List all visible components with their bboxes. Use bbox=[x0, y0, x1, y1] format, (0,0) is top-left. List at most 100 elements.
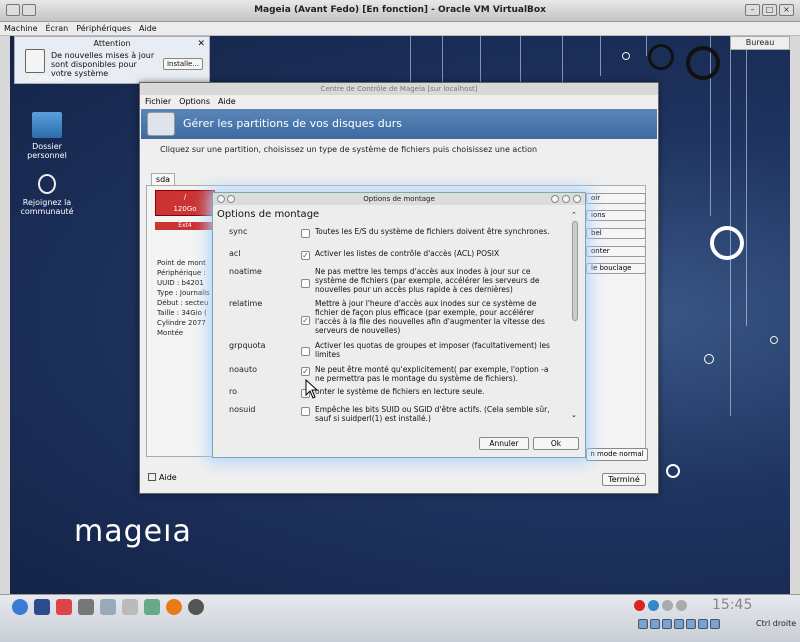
option-checkbox[interactable]: ✓ bbox=[301, 251, 310, 260]
dialog-icon[interactable] bbox=[217, 195, 225, 203]
menu-ecran[interactable]: Écran bbox=[46, 24, 69, 33]
menu-aide[interactable]: Aide bbox=[218, 97, 236, 106]
scroll-down-icon[interactable]: ⌄ bbox=[571, 411, 577, 419]
instructions: Cliquez sur une partition, choisissez un… bbox=[160, 145, 538, 154]
option-description: Mettre à jour l'heure d'accès aux inodes… bbox=[315, 299, 545, 335]
partition-block[interactable]: / 120Go bbox=[155, 190, 215, 216]
cd-icon[interactable] bbox=[650, 619, 660, 629]
shared-folder-icon[interactable] bbox=[674, 619, 684, 629]
mount-options-dialog: Options de montage Options de montage sy… bbox=[212, 192, 586, 458]
info-line: Type : Journalis bbox=[157, 289, 210, 297]
close-icon[interactable]: ✕ bbox=[197, 39, 205, 49]
chat-icon[interactable] bbox=[188, 599, 204, 615]
trash-label: Corbeille bbox=[29, 74, 65, 83]
window-title: Mageia (Avant Fedo) [En fonction] - Orac… bbox=[254, 5, 546, 15]
option-name: ro bbox=[229, 387, 238, 396]
action-button[interactable]: oir bbox=[586, 193, 646, 204]
help-icon bbox=[148, 473, 156, 481]
mageia-logo: mageıa bbox=[74, 514, 192, 549]
capture-icon[interactable] bbox=[710, 619, 720, 629]
normal-mode-button[interactable]: n mode normal bbox=[586, 448, 648, 461]
firefox-icon[interactable] bbox=[166, 599, 182, 615]
info-line: Cylindre 2077 bbox=[157, 319, 206, 327]
decoration bbox=[770, 336, 778, 344]
done-button[interactable]: Terminé bbox=[602, 473, 646, 486]
minimize-icon[interactable]: – bbox=[745, 4, 760, 16]
options-scrollbar[interactable]: ⌃ ⌄ bbox=[571, 211, 579, 421]
control-center-icon[interactable] bbox=[100, 599, 116, 615]
desktop-icon-trash[interactable]: Corbeille bbox=[12, 74, 82, 83]
decoration bbox=[704, 354, 714, 364]
menu-aide[interactable]: Aide bbox=[139, 24, 157, 33]
launcher bbox=[12, 599, 204, 615]
scroll-thumb[interactable] bbox=[572, 221, 578, 321]
network-status-icon[interactable] bbox=[698, 619, 708, 629]
action-button[interactable]: le bouclage bbox=[586, 263, 646, 274]
install-icon[interactable] bbox=[144, 599, 160, 615]
update-alert-icon[interactable] bbox=[634, 600, 645, 611]
partition-size: 120Go bbox=[173, 205, 197, 213]
network-icon[interactable] bbox=[648, 600, 659, 611]
install-button[interactable]: Installe... bbox=[163, 58, 203, 70]
desktop-button[interactable]: Bureau bbox=[730, 36, 790, 50]
option-checkbox[interactable] bbox=[301, 347, 310, 356]
desktop-icon-community[interactable]: Rejoignez la communauté bbox=[12, 174, 82, 216]
close-icon[interactable]: × bbox=[779, 4, 794, 16]
clock[interactable]: 15:45 bbox=[712, 597, 752, 613]
control-center-menubar: Fichier Options Aide bbox=[140, 95, 658, 107]
window-controls: – □ × bbox=[745, 4, 794, 16]
option-checkbox[interactable] bbox=[301, 407, 310, 416]
close-icon[interactable] bbox=[573, 195, 581, 203]
tools-tray-icon[interactable] bbox=[662, 600, 673, 611]
dialog-heading: Options de montage bbox=[217, 209, 320, 220]
activity-icon[interactable] bbox=[56, 599, 72, 615]
desktop-show-icon[interactable] bbox=[34, 599, 50, 615]
decoration bbox=[600, 36, 601, 76]
partition-mount: / bbox=[183, 193, 187, 201]
help-button[interactable]: Aide bbox=[148, 473, 177, 482]
menu-machine[interactable]: Machine bbox=[4, 24, 38, 33]
menu-icon[interactable] bbox=[12, 599, 28, 615]
notification-header: Attention bbox=[93, 39, 131, 48]
tools-icon[interactable] bbox=[122, 599, 138, 615]
maximize-icon[interactable]: □ bbox=[762, 4, 777, 16]
cancel-button[interactable]: Annuler bbox=[479, 437, 529, 450]
menu-peripheriques[interactable]: Périphériques bbox=[76, 24, 131, 33]
action-button[interactable]: ions bbox=[586, 210, 646, 221]
info-line: Point de mont bbox=[157, 259, 206, 267]
info-line: UUID : b4201 bbox=[157, 279, 204, 287]
partition-info: Point de mont Périphérique : UUID : b420… bbox=[157, 258, 217, 338]
option-name: grpquota bbox=[229, 341, 266, 350]
option-description: Toutes les E/S du système de fichiers do… bbox=[315, 227, 550, 236]
option-checkbox[interactable]: ✓ bbox=[301, 367, 310, 376]
option-checkbox[interactable] bbox=[301, 279, 310, 288]
maximize-icon[interactable] bbox=[562, 195, 570, 203]
ok-button[interactable]: Ok bbox=[533, 437, 579, 450]
hdd-icon[interactable] bbox=[638, 619, 648, 629]
option-name: noatime bbox=[229, 267, 262, 276]
info-line: Montée bbox=[157, 329, 184, 337]
display-icon[interactable] bbox=[686, 619, 696, 629]
option-description: Ne pas mettre les temps d'accès aux inod… bbox=[315, 267, 540, 294]
option-description: Empêche les bits SUID ou SGID d'être act… bbox=[315, 405, 550, 423]
menu-options[interactable]: Options bbox=[179, 97, 210, 106]
desktop-icon-home[interactable]: Dossier personnel bbox=[12, 112, 82, 160]
option-checkbox[interactable] bbox=[301, 229, 310, 238]
scroll-up-icon[interactable]: ⌃ bbox=[571, 211, 577, 219]
option-description: Activer les quotas de groupes et imposer… bbox=[315, 341, 550, 359]
action-button[interactable]: bel bbox=[586, 228, 646, 239]
minimize-icon[interactable] bbox=[551, 195, 559, 203]
dialog-pin-icon[interactable] bbox=[227, 195, 235, 203]
pager-icon[interactable] bbox=[78, 599, 94, 615]
dialog-titlebar: Options de montage bbox=[213, 193, 585, 205]
action-button[interactable]: onter bbox=[586, 246, 646, 257]
folder-icon bbox=[32, 112, 62, 138]
host-key-label: Ctrl droite bbox=[756, 619, 797, 628]
tab-sda[interactable]: sda bbox=[151, 173, 175, 185]
option-checkbox[interactable]: ✓ bbox=[301, 316, 310, 325]
decoration bbox=[622, 52, 630, 60]
volume-icon[interactable] bbox=[676, 600, 687, 611]
menu-fichier[interactable]: Fichier bbox=[145, 97, 171, 106]
usb-icon[interactable] bbox=[662, 619, 672, 629]
options-list: sync Toutes les E/S du système de fichie… bbox=[227, 227, 569, 425]
